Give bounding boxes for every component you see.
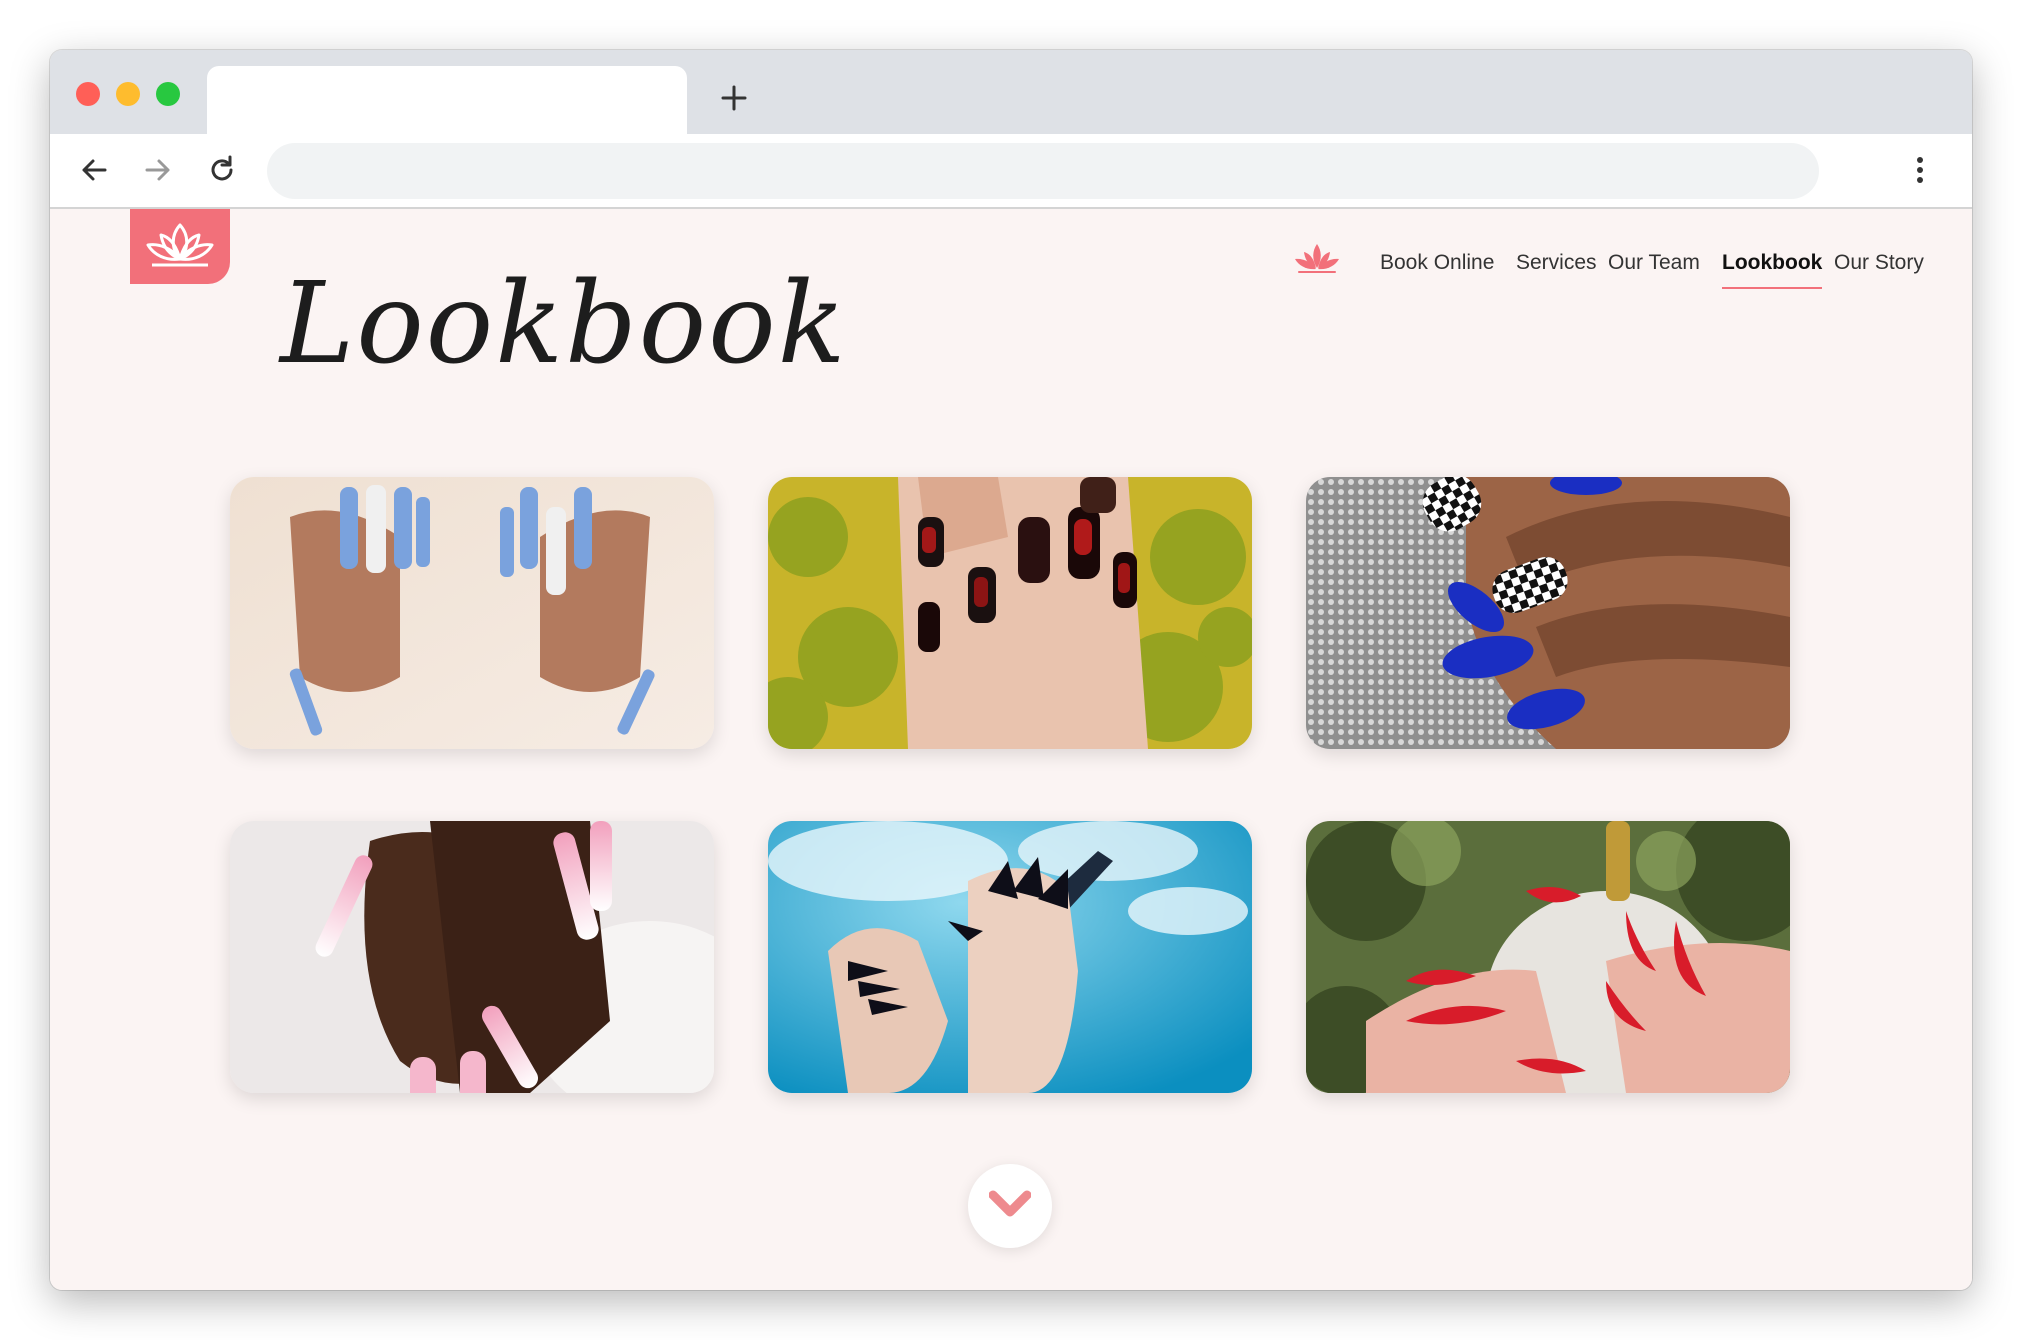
gallery-photo-checkered-blue-nails[interactable] bbox=[1306, 477, 1790, 749]
forward-arrow-icon[interactable] bbox=[140, 152, 176, 188]
page-content: Lookbook Book Online Services Our Team L… bbox=[50, 209, 1972, 1290]
nav-services[interactable]: Services bbox=[1516, 241, 1597, 285]
browser-tab[interactable] bbox=[207, 66, 687, 134]
nav-our-team[interactable]: Our Team bbox=[1608, 241, 1700, 285]
gallery-photo-red-flame-nails[interactable] bbox=[1306, 821, 1790, 1093]
minimize-window-button[interactable] bbox=[116, 82, 140, 106]
address-bar[interactable] bbox=[267, 143, 1819, 199]
maximize-window-button[interactable] bbox=[156, 82, 180, 106]
lotus-icon bbox=[146, 223, 214, 267]
new-tab-icon[interactable] bbox=[716, 80, 752, 116]
close-window-button[interactable] bbox=[76, 82, 100, 106]
main-nav: Book Online Services Our Team Lookbook O… bbox=[1295, 241, 1924, 301]
scroll-down-button[interactable] bbox=[968, 1164, 1052, 1248]
gallery-photo-blue-coffin-nails[interactable] bbox=[230, 477, 714, 749]
site-logo[interactable] bbox=[130, 209, 230, 284]
nav-our-story[interactable]: Our Story bbox=[1834, 241, 1924, 285]
page-title: Lookbook bbox=[280, 259, 848, 389]
reload-icon[interactable] bbox=[204, 152, 240, 188]
gallery-photo-black-red-nails[interactable] bbox=[768, 477, 1252, 749]
browser-toolbar bbox=[50, 134, 1972, 209]
back-arrow-icon[interactable] bbox=[76, 152, 112, 188]
nav-book-online[interactable]: Book Online bbox=[1380, 241, 1494, 285]
gallery-photo-pink-ombre-nails[interactable] bbox=[230, 821, 714, 1093]
browser-window: Lookbook Book Online Services Our Team L… bbox=[50, 50, 1972, 1290]
tab-bar bbox=[50, 50, 1972, 134]
gallery-photo-black-stiletto-nails[interactable] bbox=[768, 821, 1252, 1093]
nav-lookbook[interactable]: Lookbook bbox=[1722, 241, 1823, 289]
lotus-icon bbox=[1295, 244, 1339, 273]
chevron-down-icon bbox=[989, 1190, 1031, 1217]
more-options-icon[interactable] bbox=[1902, 152, 1938, 188]
